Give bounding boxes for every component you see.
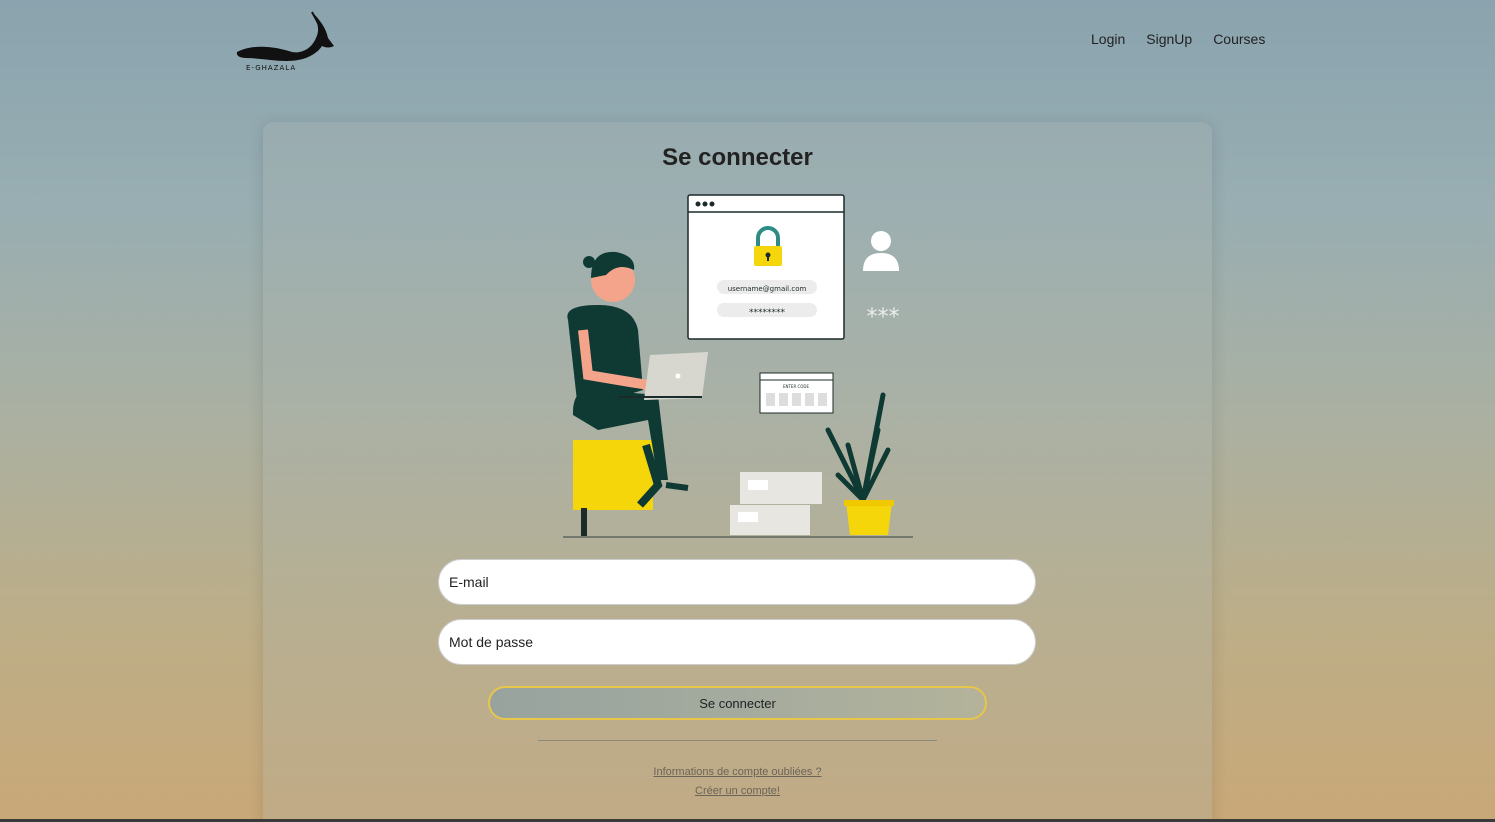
- potted-plant: [825, 392, 894, 535]
- nav-login[interactable]: Login: [1091, 31, 1125, 47]
- password-input[interactable]: [438, 619, 1036, 665]
- illus-code-text: ENTER CODE: [783, 384, 810, 389]
- top-bar: E-GHAZALA Login SignUp Courses: [0, 0, 1495, 90]
- email-input[interactable]: [438, 559, 1036, 605]
- user-icon: [863, 231, 899, 271]
- browser-window: username@gmail.com ********: [687, 194, 845, 340]
- illus-username: username@gmail.com: [728, 285, 807, 293]
- login-illustration: username@gmail.com ******** *** ENTER CO…: [563, 194, 913, 538]
- page-title: Se connecter: [662, 144, 813, 171]
- nav-signup[interactable]: SignUp: [1146, 31, 1192, 47]
- illus-stars: ***: [867, 305, 900, 330]
- gazelle-logo[interactable]: E-GHAZALA: [232, 8, 338, 74]
- forgot-account-link[interactable]: Informations de compte oubliées ?: [263, 766, 1212, 778]
- login-card: Se connecter username@gmail.com ********…: [263, 122, 1212, 822]
- code-window: ENTER CODE: [759, 372, 834, 414]
- login-button[interactable]: Se connecter: [488, 686, 987, 720]
- logo-text: E-GHAZALA: [246, 64, 296, 72]
- nav-courses[interactable]: Courses: [1213, 31, 1265, 47]
- main-nav: Login SignUp Courses: [1091, 31, 1265, 47]
- create-account-link[interactable]: Créer un compte!: [263, 785, 1212, 797]
- divider: [538, 740, 937, 741]
- illus-password: ********: [749, 308, 786, 318]
- storage-boxes: [730, 472, 822, 535]
